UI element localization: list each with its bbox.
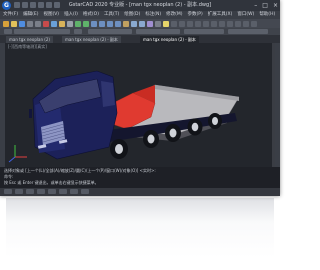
front-wheel-hub	[115, 144, 123, 154]
linetype-select[interactable]	[136, 29, 180, 34]
layer-select[interactable]	[14, 29, 70, 34]
drawing-viewport[interactable]: [-][西南等轴测][真实]	[5, 43, 275, 167]
help-icon[interactable]	[155, 20, 161, 27]
zoom-previous-icon[interactable]	[115, 20, 121, 27]
properties-icon[interactable]	[123, 20, 129, 27]
copy-icon[interactable]	[51, 20, 57, 27]
make-current-layer-icon[interactable]	[74, 29, 82, 34]
pan-icon[interactable]	[91, 20, 97, 27]
match-properties-icon[interactable]	[67, 20, 73, 27]
layer-dropdown-icon[interactable]	[171, 20, 177, 27]
cut-icon[interactable]	[43, 20, 49, 27]
window-title: GstarCAD 2020 专业版 - [man tgx neoplan (2)…	[68, 2, 212, 8]
wheel-3-hub	[169, 128, 177, 138]
right-tool-panel	[275, 43, 280, 167]
mleaderstyle-dropdown-icon[interactable]	[243, 20, 249, 27]
plotstyle-dropdown-icon[interactable]	[211, 20, 217, 27]
close-button[interactable]: ×	[273, 0, 278, 11]
wheel-2-hub	[147, 134, 155, 144]
redo-arrow-icon[interactable]	[83, 20, 89, 27]
lineweight-select[interactable]	[184, 29, 224, 34]
workspace-dropdown-icon[interactable]	[251, 20, 257, 27]
menu-express[interactable]: 扩展工具(X)	[208, 11, 233, 19]
paste-icon[interactable]	[59, 20, 65, 27]
plot-icon[interactable]	[35, 20, 41, 27]
lineweight-dropdown-icon[interactable]	[203, 20, 209, 27]
tab-drawing-2[interactable]: man tgx neoplan (2) - 副本	[62, 36, 121, 43]
color-select[interactable]	[88, 29, 132, 34]
layer-list-icon[interactable]	[179, 20, 185, 27]
plotstyle-select[interactable]	[228, 29, 268, 34]
new-file-icon[interactable]	[3, 20, 9, 27]
menu-tools[interactable]: 工具(T)	[104, 11, 119, 19]
menu-file[interactable]: 文件(F)	[3, 11, 18, 19]
lineweight-toggle[interactable]	[70, 189, 78, 194]
window-reflection	[6, 198, 274, 258]
polar-toggle[interactable]	[37, 189, 45, 194]
style-dropdown-icon[interactable]	[219, 20, 225, 27]
snap-toggle[interactable]	[4, 189, 12, 194]
menu-modify[interactable]: 修改(M)	[166, 11, 182, 19]
design-center-icon[interactable]	[131, 20, 137, 27]
grid-toggle[interactable]	[15, 189, 23, 194]
color-dropdown-icon[interactable]	[187, 20, 193, 27]
print-preview-icon[interactable]	[27, 20, 33, 27]
document-tabs: man tgx neoplan (2) man tgx neoplan (2) …	[0, 35, 280, 43]
menu-format[interactable]: 格式(O)	[83, 11, 99, 19]
tablestyle-dropdown-icon[interactable]	[235, 20, 241, 27]
linetype-dropdown-icon[interactable]	[195, 20, 201, 27]
menu-view[interactable]: 视图(V)	[43, 11, 59, 19]
open-folder-icon[interactable]	[11, 20, 17, 27]
menu-edit[interactable]: 编辑(E)	[23, 11, 38, 19]
layer-properties-toolbar	[0, 28, 280, 35]
status-bar	[0, 188, 280, 196]
title-bar: G GstarCAD 2020 专业版 - [man tgx neoplan (…	[0, 0, 280, 11]
menu-draw[interactable]: 绘图(D)	[124, 11, 140, 19]
undo-arrow-icon[interactable]	[75, 20, 81, 27]
layer-state-icon[interactable]	[163, 20, 169, 27]
tab-drawing-1[interactable]: man tgx neoplan (2)	[6, 36, 53, 43]
maximize-button[interactable]: □	[262, 0, 268, 11]
ortho-toggle[interactable]	[26, 189, 34, 194]
calculator-icon[interactable]	[147, 20, 153, 27]
osnap-toggle[interactable]	[48, 189, 56, 194]
zoom-icon[interactable]	[99, 20, 105, 27]
window-controls: – □ ×	[254, 0, 278, 11]
menu-window[interactable]: 窗口(W)	[237, 11, 254, 19]
ucs-icon	[8, 145, 27, 163]
tab-drawing-3[interactable]: man tgx neoplan (2) - 副本	[140, 36, 199, 43]
app-window: G GstarCAD 2020 专业版 - [man tgx neoplan (…	[0, 0, 280, 196]
truck-3d-model	[8, 70, 240, 163]
wheel-5-hub	[212, 117, 218, 125]
menu-parametric[interactable]: 参数(P)	[188, 11, 203, 19]
menu-help[interactable]: 帮助(H)	[259, 11, 275, 19]
command-window[interactable]: 选择对象或 [上一个(L)/全部(A)/缩放(Z)/圆(C)/上一个(P)/窗口…	[0, 167, 280, 188]
minimize-button[interactable]: –	[254, 0, 257, 11]
side-window	[101, 81, 115, 107]
layer-manager-icon[interactable]	[4, 29, 12, 34]
menu-bar: 文件(F) 编辑(E) 视图(V) 插入(I) 格式(O) 工具(T) 绘图(D…	[0, 11, 280, 19]
standard-toolbar	[0, 19, 280, 28]
dimstyle-dropdown-icon[interactable]	[227, 20, 233, 27]
tool-palettes-icon[interactable]	[139, 20, 145, 27]
menu-insert[interactable]: 插入(I)	[64, 11, 78, 19]
command-hint: 按 Esc 或 Enter 键退出，或单击右键显示快捷菜单。	[4, 180, 99, 185]
otrack-toggle[interactable]	[59, 189, 67, 194]
wheel-4-hub	[191, 122, 199, 132]
zoom-window-icon[interactable]	[107, 20, 113, 27]
menu-dimension[interactable]: 标注(N)	[145, 11, 161, 19]
left-mirror	[29, 109, 32, 118]
model-toggle[interactable]	[81, 189, 89, 194]
save-disk-icon[interactable]	[19, 20, 25, 27]
